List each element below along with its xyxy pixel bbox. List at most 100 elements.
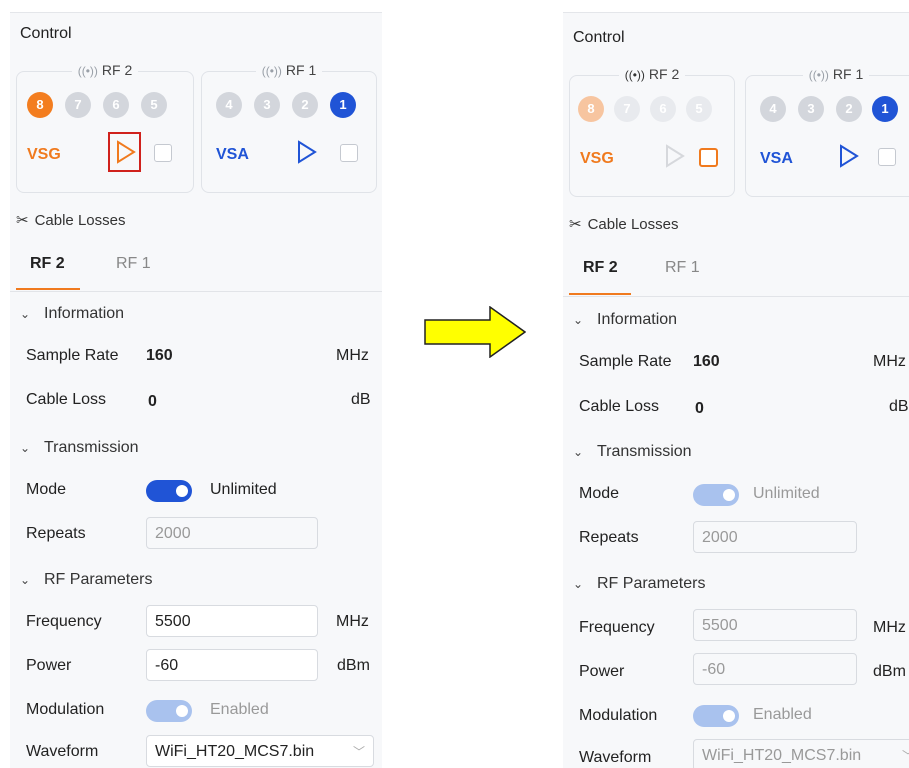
power-unit: dBm — [337, 657, 370, 674]
tab-rf2[interactable]: RF 2 — [30, 255, 65, 273]
vsg-label: VSG — [27, 146, 61, 163]
cable-losses-label: Cable Losses — [34, 212, 126, 229]
power-input[interactable]: -60 — [693, 653, 857, 685]
cable-loss-unit: dB — [351, 391, 371, 408]
rf1-group: ((•)) RF 1 4 3 2 1 VSA — [745, 66, 909, 197]
right-arrow-icon — [424, 306, 526, 358]
port-6-button[interactable]: 6 — [650, 96, 676, 122]
cable-loss-label: Cable Loss — [579, 398, 660, 415]
port-3-button[interactable]: 3 — [254, 92, 280, 118]
vsg-label: VSG — [580, 150, 614, 167]
chevron-down-icon: ⌄ — [573, 445, 584, 459]
mode-toggle[interactable] — [693, 484, 739, 506]
port-6-button[interactable]: 6 — [103, 92, 129, 118]
vsg-checkbox[interactable] — [699, 148, 718, 167]
frequency-label: Frequency — [579, 619, 655, 636]
sample-rate-unit: MHz — [336, 347, 369, 364]
port-7-button[interactable]: 7 — [614, 96, 640, 122]
waveform-label: Waveform — [26, 743, 99, 760]
vsa-play-icon[interactable] — [296, 139, 318, 165]
information-section-toggle[interactable]: ⌄ Information — [20, 305, 124, 323]
tab-divider — [10, 291, 382, 292]
chevron-down-icon: ⌄ — [573, 313, 584, 327]
rf-parameters-section-toggle[interactable]: ⌄ RF Parameters — [573, 575, 705, 593]
rf1-label: RF 1 — [832, 66, 864, 82]
rf2-group: ((•)) RF 2 8 7 6 5 VSG — [569, 66, 735, 197]
rf2-header: ((•)) RF 2 — [17, 62, 193, 78]
rf1-header: ((•)) RF 1 — [746, 66, 909, 82]
frequency-input[interactable]: 5500 — [693, 609, 857, 641]
vsa-play-icon[interactable] — [838, 143, 860, 169]
cable-loss-value: 0 — [695, 400, 704, 417]
vsa-checkbox[interactable] — [878, 148, 896, 166]
cable-losses-heading: ✂ Cable Losses — [16, 211, 125, 229]
cable-loss-value: 0 — [148, 393, 157, 410]
tab-rf1[interactable]: RF 1 — [665, 259, 700, 277]
rf2-group: ((•)) RF 2 8 7 6 5 VSG — [16, 62, 194, 193]
mode-label: Mode — [579, 485, 620, 502]
tab-indicator — [16, 288, 80, 290]
port-5-button[interactable]: 5 — [686, 96, 712, 122]
rf2-label: RF 2 — [648, 66, 680, 82]
port-2-button[interactable]: 2 — [836, 96, 862, 122]
rf-parameters-heading: RF Parameters — [597, 575, 706, 592]
chevron-down-icon: ﹀ — [902, 740, 909, 768]
rf-parameters-heading: RF Parameters — [44, 571, 153, 588]
port-1-button[interactable]: 1 — [872, 96, 898, 122]
repeats-label: Repeats — [26, 525, 86, 542]
vsa-checkbox[interactable] — [340, 144, 358, 162]
power-input[interactable]: -60 — [146, 649, 318, 681]
port-4-button[interactable]: 4 — [760, 96, 786, 122]
chevron-down-icon: ⌄ — [20, 573, 31, 587]
mode-label: Mode — [26, 481, 67, 498]
port-8-button[interactable]: 8 — [27, 92, 53, 118]
rf2-header: ((•)) RF 2 — [570, 66, 734, 82]
tab-rf1[interactable]: RF 1 — [116, 255, 151, 273]
information-heading: Information — [597, 311, 678, 328]
port-3-button[interactable]: 3 — [798, 96, 824, 122]
antenna-icon: ((•)) — [261, 64, 282, 78]
mode-toggle[interactable] — [146, 480, 192, 502]
transmission-section-toggle[interactable]: ⌄ Transmission — [573, 443, 692, 461]
sample-rate-value: 160 — [146, 347, 173, 364]
chevron-down-icon: ⌄ — [20, 441, 31, 455]
repeats-label: Repeats — [579, 529, 639, 546]
control-panel-after: Control ((•)) RF 2 8 7 6 5 VSG ((•)) RF 1 … — [563, 12, 909, 768]
rf1-group: ((•)) RF 1 4 3 2 1 VSA — [201, 62, 377, 193]
modulation-toggle[interactable] — [146, 700, 192, 722]
modulation-value: Enabled — [210, 701, 269, 718]
information-heading: Information — [44, 305, 125, 322]
port-8-button[interactable]: 8 — [578, 96, 604, 122]
port-2-button[interactable]: 2 — [292, 92, 318, 118]
mode-value: Unlimited — [753, 485, 820, 502]
waveform-select[interactable]: WiFi_HT20_MCS7.bin ﹀ — [693, 739, 909, 768]
control-panel-before: Control ((•)) RF 2 8 7 6 5 VSG ((•)) RF 1 … — [10, 12, 382, 768]
port-4-button[interactable]: 4 — [216, 92, 242, 118]
chevron-down-icon: ⌄ — [20, 307, 31, 321]
frequency-input[interactable]: 5500 — [146, 605, 318, 637]
frequency-label: Frequency — [26, 613, 102, 630]
modulation-label: Modulation — [579, 707, 658, 724]
information-section-toggle[interactable]: ⌄ Information — [573, 311, 677, 329]
tab-rf2[interactable]: RF 2 — [583, 259, 618, 277]
repeats-input[interactable]: 2000 — [146, 517, 318, 549]
panel-title: Control — [20, 25, 72, 42]
frequency-unit: MHz — [873, 619, 906, 636]
chevron-down-icon: ⌄ — [573, 577, 584, 591]
rf-parameters-section-toggle[interactable]: ⌄ RF Parameters — [20, 571, 152, 589]
modulation-toggle[interactable] — [693, 705, 739, 727]
waveform-select[interactable]: WiFi_HT20_MCS7.bin ﹀ — [146, 735, 374, 767]
power-unit: dBm — [873, 663, 906, 680]
port-1-button[interactable]: 1 — [330, 92, 356, 118]
port-5-button[interactable]: 5 — [141, 92, 167, 118]
vsg-checkbox[interactable] — [154, 144, 172, 162]
repeats-input[interactable]: 2000 — [693, 521, 857, 553]
rf2-label: RF 2 — [101, 62, 133, 78]
transmission-section-toggle[interactable]: ⌄ Transmission — [20, 439, 139, 457]
power-label: Power — [26, 657, 72, 674]
vsg-play-icon[interactable] — [664, 143, 686, 169]
toggle-knob — [723, 489, 735, 501]
port-7-button[interactable]: 7 — [65, 92, 91, 118]
sample-rate-label: Sample Rate — [579, 353, 672, 370]
modulation-label: Modulation — [26, 701, 105, 718]
